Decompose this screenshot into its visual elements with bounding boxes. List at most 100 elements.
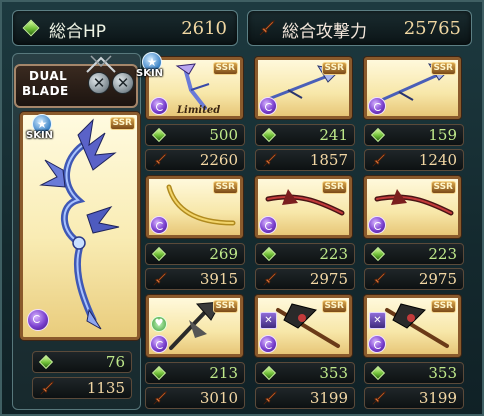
weapon-card-6[interactable]: SSR [364, 176, 461, 238]
sword-specialty-icon: ✕ [112, 72, 134, 94]
hp-gem-icon [151, 246, 167, 262]
hp-gem-icon [370, 246, 386, 262]
weapon-attack: 3915 [145, 268, 245, 290]
weapon-hp: 223 [364, 243, 464, 265]
dark-element-icon [368, 335, 386, 353]
rarity-badge: SSR [212, 300, 238, 313]
main-weapon-art [39, 118, 120, 330]
axe-badge-icon: ✕ [260, 312, 277, 329]
rarity-badge: SSR [430, 300, 456, 313]
rarity-badge: SSR [109, 117, 135, 130]
weapon-hp-value: 269 [209, 245, 238, 263]
rarity-badge: SSR [430, 62, 456, 75]
weapon-attack-value: 2975 [309, 270, 348, 288]
weapon-attack-value: 3010 [199, 389, 238, 407]
weapon-attack: 1240 [364, 149, 464, 171]
weapon-attack: 2260 [145, 149, 245, 171]
rarity-badge: SSR [430, 181, 456, 194]
total-attack-box: 総合攻撃力 25765 [247, 10, 472, 46]
weapon-attack: 2975 [364, 268, 464, 290]
attack-sword-icon [259, 20, 275, 36]
rarity-badge: SSR [212, 62, 238, 75]
weapon-hp-value: 223 [319, 245, 348, 263]
weapon-attack: 3199 [255, 387, 355, 409]
weapon-card-7[interactable]: SSR ♥ [146, 295, 243, 357]
rarity-badge: SSR [321, 62, 347, 75]
weapon-hp-value: 223 [428, 245, 457, 263]
weapon-card-4[interactable]: SSR [146, 176, 243, 238]
main-weapon-hp-value: 76 [105, 353, 125, 371]
specialty-label-line2: BLADE [22, 84, 69, 98]
weapon-attack-value: 2975 [418, 270, 457, 288]
weapon-card-3[interactable]: SSR [364, 57, 461, 119]
weapon-specialty-badge: DUAL BLADE ✕ ✕ [14, 64, 138, 108]
weapon-hp-value: 353 [319, 364, 348, 382]
weapon-hp-value: 241 [319, 126, 348, 144]
attack-sword-icon [153, 152, 168, 167]
dark-element-icon [368, 97, 386, 115]
axe-badge-icon: ✕ [369, 312, 386, 329]
attack-sword-icon [40, 380, 55, 395]
attack-sword-icon [153, 271, 168, 286]
skin-label: SKIN [26, 130, 54, 141]
weapon-hp-value: 213 [209, 364, 238, 382]
weapon-hp: 269 [145, 243, 245, 265]
rarity-badge: SSR [321, 300, 347, 313]
skin-label: SKIN [136, 68, 164, 79]
weapon-card-8[interactable]: SSR ✕ [255, 295, 352, 357]
weapon-hp: 353 [255, 362, 355, 384]
sword-specialty-icon: ✕ [88, 72, 110, 94]
hp-gem-icon [22, 19, 40, 37]
weapon-card-2[interactable]: SSR [255, 57, 352, 119]
attack-sword-icon [372, 390, 387, 405]
weapon-attack: 1857 [255, 149, 355, 171]
dark-element-icon [259, 216, 277, 234]
hp-gem-icon [261, 365, 277, 381]
weapon-hp: 353 [364, 362, 464, 384]
weapon-hp-value: 353 [428, 364, 457, 382]
hp-gem-icon [151, 127, 167, 143]
weapon-attack-value: 1240 [418, 151, 457, 169]
dark-element-icon [150, 335, 168, 353]
total-hp-box: 総合HP 2610 [12, 10, 238, 46]
weapon-hp: 213 [145, 362, 245, 384]
limited-tag: Limited [177, 105, 221, 116]
weapon-attack: 3010 [145, 387, 245, 409]
weapon-hp: 241 [255, 124, 355, 146]
weapon-attack-value: 3915 [199, 270, 238, 288]
hp-gem-icon [370, 127, 386, 143]
hp-gem-icon [261, 127, 277, 143]
total-hp-label: 総合HP [49, 22, 107, 42]
attack-sword-icon [263, 271, 278, 286]
weapon-attack-value: 2260 [199, 151, 238, 169]
specialty-label-line1: DUAL [29, 69, 68, 83]
weapon-hp-value: 159 [428, 126, 457, 144]
attack-sword-icon [372, 271, 387, 286]
dark-element-icon [150, 216, 168, 234]
dark-element-icon [259, 335, 277, 353]
crossed-blades-icon [86, 55, 116, 73]
main-weapon-hp: 76 [32, 351, 132, 373]
attack-sword-icon [263, 152, 278, 167]
skin-badge: ★ SKIN [26, 114, 58, 144]
weapon-attack: 2975 [255, 268, 355, 290]
weapon-attack: 3199 [364, 387, 464, 409]
main-weapon-card[interactable]: SSR [20, 112, 140, 340]
weapon-attack-value: 3199 [309, 389, 348, 407]
dark-element-icon [259, 97, 277, 115]
weapon-hp: 159 [364, 124, 464, 146]
weapon-hp: 500 [145, 124, 245, 146]
attack-sword-icon [372, 152, 387, 167]
heart-badge-icon: ♥ [151, 316, 167, 332]
weapon-hp-value: 500 [209, 126, 238, 144]
rarity-badge: SSR [212, 181, 238, 194]
weapon-card-9[interactable]: SSR ✕ [364, 295, 461, 357]
hp-gem-icon [38, 354, 54, 370]
weapon-attack-value: 1857 [309, 151, 348, 169]
attack-sword-icon [153, 390, 168, 405]
main-weapon-attack-value: 1135 [86, 379, 125, 397]
hp-gem-icon [370, 365, 386, 381]
main-weapon-attack: 1135 [32, 377, 132, 399]
hp-gem-icon [151, 365, 167, 381]
weapon-card-5[interactable]: SSR [255, 176, 352, 238]
